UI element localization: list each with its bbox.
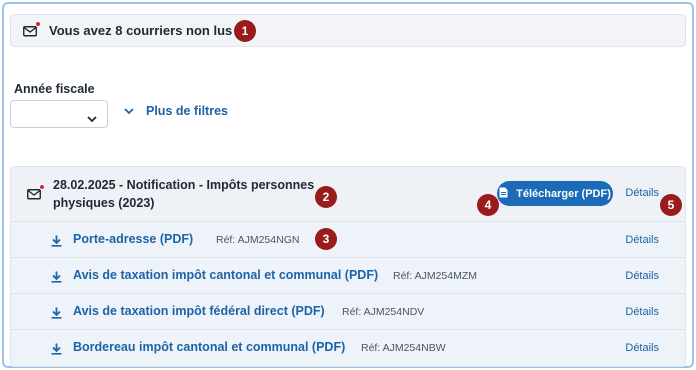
mail-item-header[interactable]: 28.02.2025 - Notification - Impôts perso… bbox=[11, 167, 685, 222]
document-link[interactable]: Avis de taxation impôt cantonal et commu… bbox=[73, 268, 378, 282]
document-details-link[interactable]: Détails bbox=[625, 342, 659, 354]
document-details-link[interactable]: Détails bbox=[625, 234, 659, 246]
download-icon[interactable] bbox=[51, 306, 62, 324]
mail-item: 28.02.2025 - Notification - Impôts perso… bbox=[10, 166, 686, 367]
unread-dot bbox=[39, 184, 45, 190]
more-filters-label: Plus de filtres bbox=[146, 104, 228, 118]
document-link[interactable]: Porte-adresse (PDF) bbox=[73, 232, 193, 246]
document-row: Avis de taxation impôt cantonal et commu… bbox=[11, 258, 685, 294]
document-row: Avis de taxation impôt fédéral direct (P… bbox=[11, 294, 685, 330]
document-details-link[interactable]: Détails bbox=[625, 306, 659, 318]
fiscal-year-label: Année fiscale bbox=[14, 82, 95, 96]
download-icon[interactable] bbox=[51, 342, 62, 360]
mail-unread-icon bbox=[27, 184, 45, 200]
download-pdf-label: Télécharger (PDF) bbox=[516, 187, 611, 200]
mail-item-details-link[interactable]: Détails bbox=[625, 187, 659, 199]
fiscal-year-select[interactable] bbox=[10, 100, 108, 128]
mail-item-title: 28.02.2025 - Notification - Impôts perso… bbox=[53, 178, 315, 210]
annotation-marker-5: 5 bbox=[660, 194, 682, 216]
unread-dot bbox=[35, 20, 41, 27]
document-link[interactable]: Avis de taxation impôt fédéral direct (P… bbox=[73, 304, 325, 318]
download-icon[interactable] bbox=[51, 270, 62, 288]
more-filters-toggle[interactable]: Plus de filtres bbox=[124, 104, 228, 118]
mail-unread-icon bbox=[23, 20, 41, 37]
chevron-down-icon bbox=[124, 104, 134, 118]
document-ref: Réf: AJM254NGN bbox=[216, 234, 300, 246]
file-icon bbox=[499, 187, 508, 201]
annotation-marker-1: 1 bbox=[234, 20, 256, 42]
annotation-marker-2: 2 bbox=[315, 186, 337, 208]
unread-mail-banner: Vous avez 8 courriers non lus bbox=[10, 14, 686, 47]
document-link[interactable]: Bordereau impôt cantonal et communal (PD… bbox=[73, 340, 345, 354]
document-details-link[interactable]: Détails bbox=[625, 270, 659, 282]
document-ref: Réf: AJM254NDV bbox=[342, 306, 425, 318]
unread-count-text: Vous avez 8 courriers non lus bbox=[49, 23, 233, 38]
download-pdf-button[interactable]: Télécharger (PDF) bbox=[497, 181, 613, 206]
document-ref: Réf: AJM254MZM bbox=[393, 270, 478, 282]
document-row: Bordereau impôt cantonal et communal (PD… bbox=[11, 330, 685, 366]
annotation-marker-4: 4 bbox=[477, 194, 499, 216]
document-ref: Réf: AJM254NBW bbox=[361, 342, 446, 354]
annotation-marker-3: 3 bbox=[315, 228, 337, 250]
document-row: Porte-adresse (PDF) Réf: AJM254NGN Détai… bbox=[11, 222, 685, 258]
chevron-down-icon bbox=[87, 110, 97, 128]
download-icon[interactable] bbox=[51, 234, 62, 252]
